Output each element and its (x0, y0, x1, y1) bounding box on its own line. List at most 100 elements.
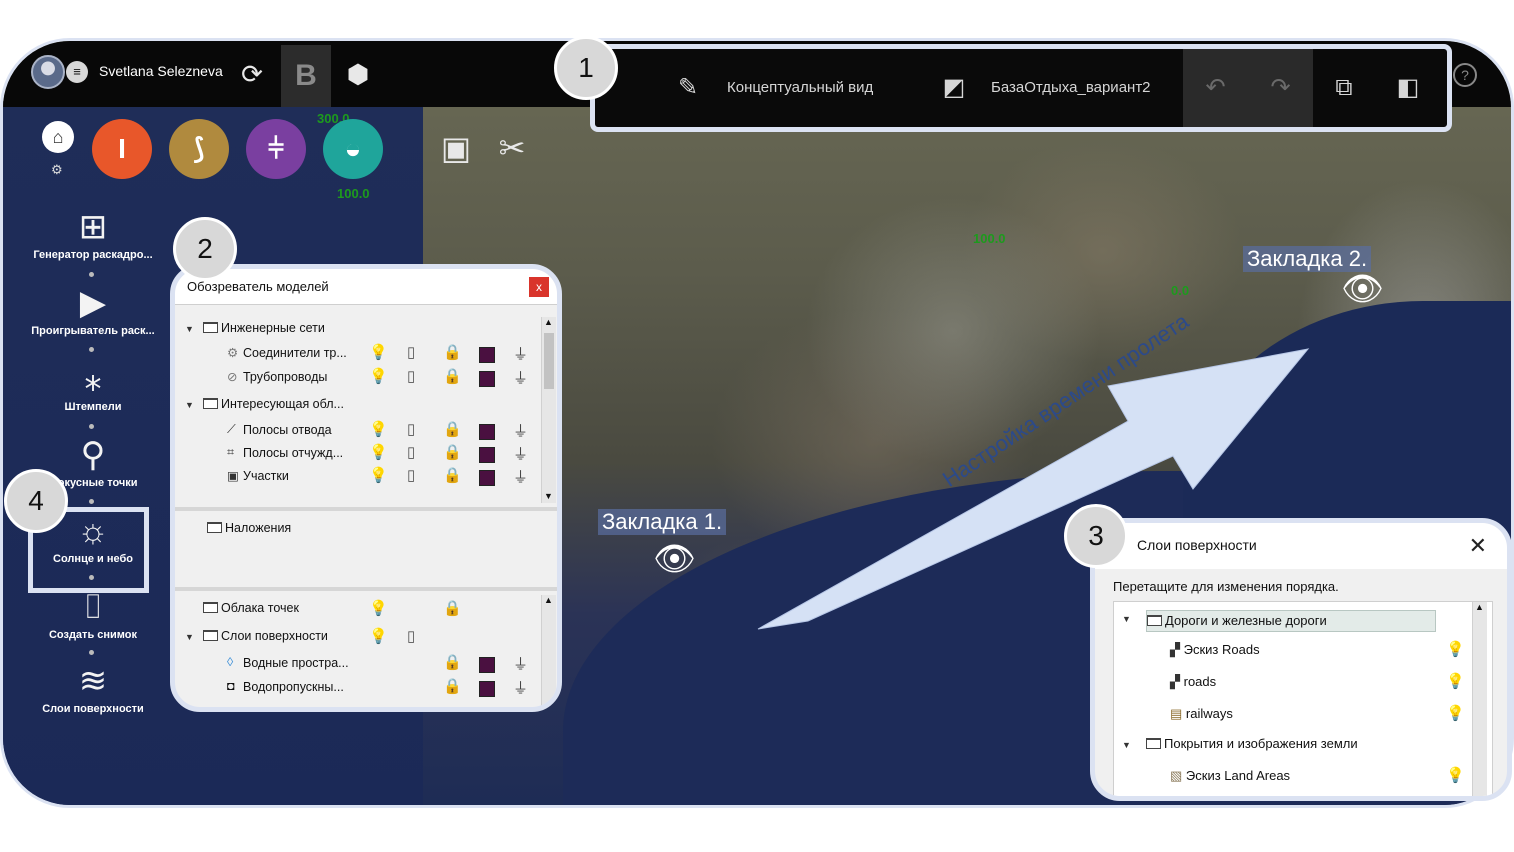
expand-caret-icon[interactable]: ▼ (185, 400, 194, 410)
presentation-icon[interactable]: ▣ (433, 125, 479, 171)
color-swatch[interactable] (479, 447, 495, 463)
tree-row[interactable]: ⌗ Полосы отчужд... 💡 ▯ 🔒 ⏚ (185, 443, 545, 467)
lock-icon[interactable]: 🔒 (443, 443, 462, 461)
storyboard-player-tool[interactable]: ▶ Проигрыватель раск... (23, 283, 163, 337)
color-swatch[interactable] (479, 681, 495, 697)
lock-icon[interactable]: 🔒 (443, 343, 462, 361)
eye-icon[interactable]: 👁 (653, 539, 696, 579)
sync-icon[interactable]: ⟳ (229, 51, 275, 97)
filter-icon[interactable]: ⏚ (513, 466, 528, 487)
tools-icon[interactable]: ✂ (489, 125, 535, 171)
home-icon[interactable]: ⌂ (42, 121, 74, 153)
expand-caret-icon[interactable]: ▼ (1122, 740, 1131, 750)
storyboard-generator-tool[interactable]: ⊞ Генератор раскадро... (23, 207, 163, 261)
visibility-bulb-icon[interactable]: 💡 (369, 343, 388, 361)
tree-row[interactable]: ▼ Покрытия и изображения земли (1122, 736, 1442, 758)
expand-caret-icon[interactable]: ▼ (185, 632, 194, 642)
undo-icon[interactable]: ↶ (1183, 49, 1248, 127)
book-icon[interactable]: ▯ (407, 343, 415, 361)
tree-row[interactable]: ▞ roads 💡 (1170, 672, 1490, 696)
book-icon[interactable]: ▯ (407, 627, 415, 645)
lock-icon[interactable]: 🔒 (443, 466, 462, 484)
lock-icon[interactable]: 🔒 (443, 653, 462, 671)
tree-row[interactable]: Наложения (207, 521, 291, 543)
tree-row[interactable]: ▼ Слои поверхности 💡 ▯ (185, 627, 545, 651)
tree-row[interactable]: ⊘ Трубопроводы 💡 ▯ 🔒 ⏚ (185, 367, 545, 391)
infrastructure-button[interactable]: I (92, 119, 152, 179)
stamps-tool[interactable]: ⁎ Штемпели (23, 359, 163, 413)
proposal-icon[interactable]: ◩ (933, 67, 975, 109)
gear-icon[interactable]: ⚙ (51, 162, 63, 178)
panel-layout-icon[interactable]: ◧ (1387, 67, 1429, 109)
color-swatch[interactable] (479, 371, 495, 387)
scroll-up-icon[interactable]: ▲ (1475, 602, 1484, 612)
pen-icon[interactable]: ✎ (667, 67, 709, 109)
cube-icon[interactable]: ⬢ (335, 51, 381, 97)
lock-icon[interactable]: 🔒 (443, 677, 462, 695)
color-swatch[interactable] (479, 470, 495, 486)
close-icon[interactable]: x (529, 277, 549, 297)
visibility-bulb-icon[interactable]: 💡 (1446, 704, 1465, 722)
visibility-bulb-icon[interactable]: 💡 (369, 367, 388, 385)
window-layout-icon[interactable]: ⧉ (1323, 67, 1365, 109)
visibility-bulb-icon[interactable]: 💡 (1446, 766, 1465, 784)
color-swatch[interactable] (479, 657, 495, 673)
filter-icon[interactable]: ⏚ (513, 420, 528, 441)
visibility-bulb-icon[interactable]: 💡 (1446, 640, 1465, 658)
visibility-bulb-icon[interactable]: 💡 (369, 627, 388, 645)
close-icon[interactable]: ✕ (1469, 533, 1487, 559)
tree-row[interactable]: ▼ Дороги и железные дороги (1122, 610, 1442, 632)
tree-row[interactable]: ⟋ Полосы отвода 💡 ▯ 🔒 ⏚ (185, 420, 545, 444)
scrollbar[interactable]: ▲ ▼ (541, 317, 556, 503)
filter-icon[interactable]: ⏚ (513, 443, 528, 464)
visibility-bulb-icon[interactable]: 💡 (369, 420, 388, 438)
color-swatch[interactable] (479, 424, 495, 440)
filter-icon[interactable]: ⏚ (513, 653, 528, 674)
bookmark-1-label[interactable]: Закладка 1. (598, 509, 727, 535)
view-mode-label[interactable]: Концептуальный вид (727, 79, 873, 96)
scrollbar[interactable]: ▲ (1472, 602, 1487, 796)
book-icon[interactable]: ▯ (407, 443, 415, 461)
tree-row[interactable]: ⚙ Соединители тр... 💡 ▯ 🔒 ⏚ (185, 343, 545, 367)
scroll-up-icon[interactable]: ▲ (544, 595, 553, 605)
redo-icon[interactable]: ↷ (1248, 49, 1313, 127)
book-icon[interactable]: ▯ (407, 466, 415, 484)
eye-icon[interactable]: 👁 (1341, 269, 1384, 309)
filter-icon[interactable]: ⏚ (513, 343, 528, 364)
book-icon[interactable]: ▯ (407, 367, 415, 385)
color-swatch[interactable] (479, 347, 495, 363)
visibility-bulb-icon[interactable]: 💡 (1446, 672, 1465, 690)
expand-caret-icon[interactable]: ▼ (1122, 614, 1131, 624)
tree-row[interactable]: ▧ Эскиз Land Areas 💡 (1170, 766, 1490, 790)
visibility-bulb-icon[interactable]: 💡 (369, 443, 388, 461)
book-icon[interactable]: ▯ (407, 420, 415, 438)
user-menu-icon[interactable]: ≡ (66, 61, 88, 83)
scroll-down-icon[interactable]: ▼ (544, 491, 553, 501)
proposal-name-label[interactable]: БазаОтдыха_вариант2 (991, 79, 1151, 96)
tree-row[interactable]: ◊ Водные простра... 🔒 ⏚ (185, 653, 545, 677)
scroll-thumb[interactable] (544, 333, 554, 389)
filter-icon[interactable]: ⏚ (513, 677, 528, 698)
visibility-bulb-icon[interactable]: 💡 (369, 599, 388, 617)
lock-icon[interactable]: 🔒 (443, 420, 462, 438)
help-icon[interactable]: ? (1453, 63, 1477, 87)
surface-layers-tool[interactable]: ≋ Слои поверхности (23, 661, 163, 715)
tree-row[interactable]: ▣ Участки 💡 ▯ 🔒 ⏚ (185, 466, 545, 490)
tree-row[interactable]: ▤ railways 💡 (1170, 704, 1490, 728)
user-avatar[interactable] (31, 55, 65, 89)
filter-icon[interactable]: ⏚ (513, 367, 528, 388)
tree-row[interactable]: ▞ Эскиз Roads 💡 (1170, 640, 1490, 664)
lock-icon[interactable]: 🔒 (443, 367, 462, 385)
tree-row[interactable]: ◘ Водопропускны... 🔒 ⏚ (185, 677, 545, 701)
bridges-button[interactable]: ⫩ (246, 119, 306, 179)
visibility-bulb-icon[interactable]: 💡 (369, 466, 388, 484)
tree-row[interactable]: Облака точек 💡 🔒 (185, 599, 545, 623)
scrollbar[interactable]: ▲ (541, 595, 556, 707)
roads-button[interactable]: ⟆ (169, 119, 229, 179)
water-button[interactable]: ◒ (323, 119, 383, 179)
expand-caret-icon[interactable]: ▼ (185, 324, 194, 334)
scroll-up-icon[interactable]: ▲ (544, 317, 553, 327)
b-button[interactable]: B (281, 45, 331, 107)
snapshot-tool[interactable]: ⌷ Создать снимок (23, 587, 163, 641)
lock-icon[interactable]: 🔒 (443, 599, 462, 617)
